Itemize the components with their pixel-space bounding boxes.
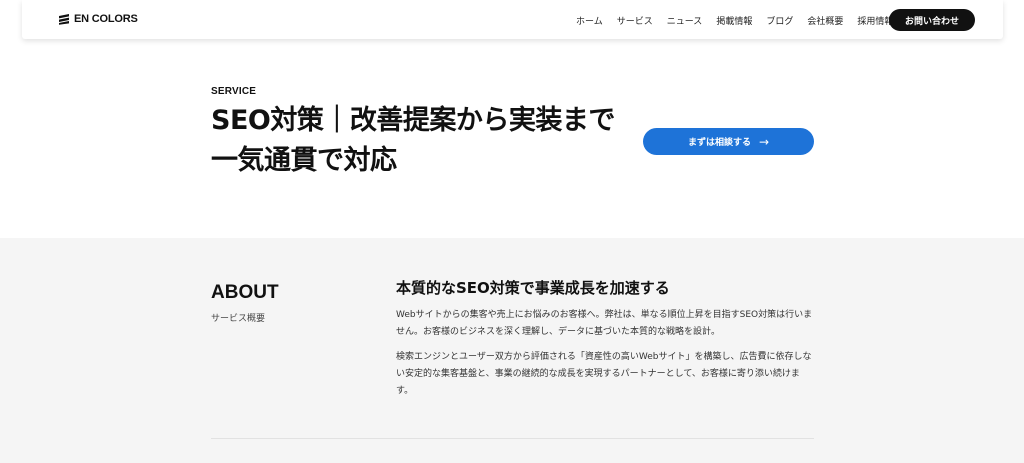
page-title: SEO対策｜改善提案から実装まで一気通貫で対応 <box>211 105 615 176</box>
about-paragraph-2: 検索エンジンとユーザー双方から評価される「資産性の高いWebサイト」を構築し、広… <box>396 352 812 396</box>
about-heading: ABOUT <box>211 282 279 303</box>
nav-item-company[interactable]: 会社概要 <box>807 14 843 27</box>
nav-item-blog[interactable]: ブログ <box>766 14 793 27</box>
site-header: EN COLORS ホーム サービス ニュース 掲載情報 ブログ 会社概要 採用… <box>22 0 1003 39</box>
nav-item-recruit[interactable]: 採用情報 <box>857 14 893 27</box>
nav-item-media[interactable]: 掲載情報 <box>716 14 752 27</box>
logo[interactable]: EN COLORS <box>58 13 138 25</box>
consult-button-label: まずは相談する <box>687 138 751 148</box>
about-title: 本質的なSEO対策で事業成長を加速する <box>396 279 670 297</box>
nav-item-home[interactable]: ホーム <box>576 14 603 27</box>
about-paragraph-1: Webサイトからの集客や売上にお悩みのお客様へ。弊社は、単なる順位上昇を目指すS… <box>396 310 813 337</box>
main-nav: ホーム サービス ニュース 掲載情報 ブログ 会社概要 採用情報 <box>576 14 907 27</box>
logo-text: EN COLORS <box>74 13 138 25</box>
about-subheading: サービス概要 <box>211 314 266 324</box>
nav-item-news[interactable]: ニュース <box>667 14 703 27</box>
consult-button[interactable]: まずは相談する → <box>643 128 814 155</box>
contact-button[interactable]: お問い合わせ <box>889 9 975 31</box>
arrow-right-icon: → <box>758 134 770 149</box>
about-section: ABOUT サービス概要 本質的なSEO対策で事業成長を加速する Webサイトか… <box>0 238 1024 463</box>
section-eyebrow: SERVICE <box>211 86 257 97</box>
nav-item-service[interactable]: サービス <box>617 14 653 27</box>
section-divider <box>211 438 814 439</box>
logo-mark-icon <box>59 14 69 25</box>
